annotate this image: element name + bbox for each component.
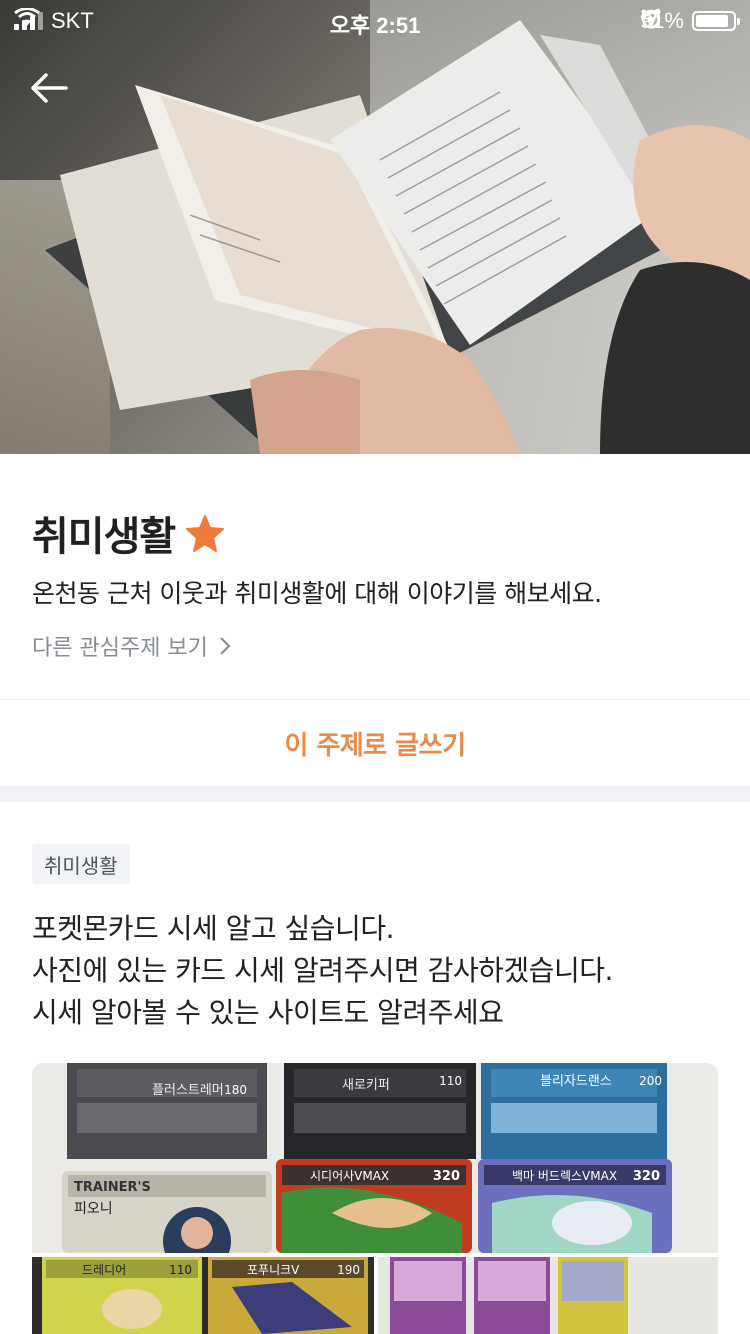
card-hp: 200 — [639, 1074, 662, 1088]
other-topics-link[interactable]: 다른 관심주제 보기 — [32, 630, 232, 662]
star-icon[interactable] — [185, 513, 225, 553]
card-hp: 320 — [433, 1169, 460, 1184]
card-name: 백마 버드렉스VMAX — [512, 1169, 617, 1183]
trainer-label: TRAINER'S — [74, 1180, 151, 1195]
post-photo[interactable] — [378, 1257, 718, 1334]
topic-title: 취미생활 — [32, 514, 176, 560]
card-hp: 190 — [337, 1263, 360, 1277]
post-line: 사진에 있는 카드 시세 알려주시면 감사하겠습니다. — [32, 954, 613, 987]
card-name: 블리자드랜스 — [540, 1074, 612, 1089]
pokemon-cards-photo: 드레디어 110 포푸니크V 190 — [32, 1257, 374, 1334]
card-name: 플러스트레머 — [152, 1083, 224, 1098]
topic-hero-image: SKT 오후 2:51 91% — [0, 0, 750, 454]
post-item[interactable]: 취미생활 포켓몬카드 시세 알고 싶습니다. 사진에 있는 카드 시세 알려주시… — [0, 802, 750, 1334]
pokemon-cards-photo — [378, 1257, 718, 1334]
post-topic-tag: 취미생활 — [32, 844, 130, 884]
other-topics-label: 다른 관심주제 보기 — [32, 636, 208, 661]
post-line: 시세 알아볼 수 있는 사이트도 알려주세요 — [32, 996, 504, 1029]
back-button[interactable] — [28, 66, 72, 110]
topic-title-row: 취미생활 — [32, 504, 225, 562]
topic-info: 취미생활 온천동 근처 이웃과 취미생활에 대해 이야기를 해보세요. 다른 관… — [0, 454, 750, 700]
section-gap — [0, 786, 750, 802]
card-hp: 110 — [169, 1263, 192, 1277]
card-hp: 180 — [224, 1083, 247, 1097]
pokemon-cards-photo: 플러스트레머 180 새로키퍼 110 블리자드랜스 200 TRAINER'S… — [32, 1063, 718, 1253]
post-photo[interactable]: 플러스트레머 180 새로키퍼 110 블리자드랜스 200 TRAINER'S… — [32, 1063, 718, 1253]
card-hp: 320 — [633, 1169, 660, 1184]
chevron-right-icon — [220, 637, 231, 655]
card-name: 포푸니크V — [247, 1263, 300, 1277]
alarm-icon — [641, 9, 661, 29]
card-hp: 110 — [439, 1074, 462, 1088]
status-time: 오후 2:51 — [329, 13, 421, 38]
card-name: 새로키퍼 — [342, 1078, 390, 1093]
back-arrow-icon — [31, 73, 68, 103]
write-post-button[interactable]: 이 주제로 글쓰기 — [0, 700, 750, 786]
card-name: 드레디어 — [82, 1263, 126, 1277]
post-line: 포켓몬카드 시세 알고 싶습니다. — [32, 912, 394, 945]
topic-description: 온천동 근처 이웃과 취미생활에 대해 이야기를 해보세요. — [32, 579, 602, 608]
card-name: 시디어사VMAX — [310, 1169, 389, 1183]
battery-icon — [692, 11, 740, 31]
post-photo[interactable]: 드레디어 110 포푸니크V 190 — [32, 1257, 374, 1334]
card-name: 피오니 — [74, 1201, 113, 1217]
post-body: 포켓몬카드 시세 알고 싶습니다. 사진에 있는 카드 시세 알려주시면 감사하… — [32, 908, 722, 1034]
status-bar: SKT 오후 2:51 91% — [0, 0, 750, 40]
open-book-illustration — [45, 20, 750, 454]
